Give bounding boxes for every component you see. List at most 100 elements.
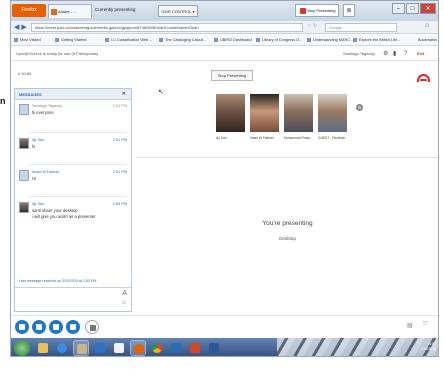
lync-status: Lync@GUtech is ready for use (5 Particip… — [16, 51, 99, 56]
avatar — [19, 138, 29, 149]
present-icon[interactable] — [66, 320, 80, 334]
close-icon[interactable]: ✕ — [122, 89, 126, 100]
bookmark-item[interactable]: LC Classification Web ... — [105, 35, 152, 45]
divider — [28, 164, 126, 165]
meeting-toolbar: .ıl 00:59 Stop Presenting — [11, 62, 438, 87]
system-clock[interactable]: 14:57 3/10/2015 — [420, 342, 436, 352]
bookmark-item[interactable]: UBIRO Dashboard — [214, 35, 252, 45]
bookmark-item[interactable]: Explore the British Libr... — [353, 35, 400, 45]
bookmark-item[interactable]: Getting Started — [55, 35, 87, 45]
video-settings-icon[interactable]: ⚙ — [356, 104, 363, 111]
message-text: santi share your desktop — [32, 208, 78, 213]
layout-icon[interactable]: ▤ — [407, 322, 413, 329]
participant-video[interactable]: Imam Al Fakhari — [250, 94, 279, 140]
participant-video[interactable]: Mohammed Raze... — [284, 94, 313, 140]
back-forward-icon[interactable]: ◀▶ — [14, 23, 29, 31]
video-icon[interactable] — [49, 320, 63, 334]
conversation-toolbar: ▤ ⤧ — [11, 315, 438, 337]
message-time: 2:51 PM — [112, 138, 127, 142]
message-text: hi everyone — [32, 110, 54, 115]
participant-name: GUEST - Pavitram — [318, 136, 346, 140]
presenting-content-label: Desktop — [279, 236, 296, 241]
video-gallery: Aji Tom Imam Al Fakhari Mohammed Raze...… — [216, 94, 376, 150]
lync-header: Lync@GUtech is ready for use (5 Particip… — [11, 47, 438, 70]
library-icon[interactable] — [73, 340, 89, 356]
text-fragment: n — [0, 96, 6, 106]
give-control-dropdown[interactable]: GIVE CONTROL ▾ — [158, 5, 198, 17]
presentation-stage: ↖ Aji Tom Imam Al Fakhari Mohammed Raze.… — [136, 82, 438, 312]
address-bar[interactable]: https://meet.lync.com/studentguide/hedis… — [31, 23, 303, 32]
bookmark-item[interactable]: Library of Congress O... — [256, 35, 302, 45]
firefox-icon[interactable] — [130, 340, 146, 356]
message-time: 2:51 PM — [112, 104, 127, 108]
lync-icon[interactable] — [168, 340, 184, 356]
avatar — [19, 170, 29, 181]
lync-user-name[interactable]: Santiago Tagacay — [343, 47, 375, 61]
settings-icon[interactable]: ⚙ — [383, 47, 388, 61]
more-options-icon[interactable] — [85, 320, 99, 334]
bookmarks-menu[interactable]: Bookmarks — [418, 35, 437, 45]
windows-taskbar: 14:57 3/10/2015 — [11, 338, 438, 356]
tab-title: Adobe - ... — [58, 9, 77, 14]
last-message-notice: Last message received on 3/10/2015 at 2:… — [19, 279, 98, 283]
participant-video[interactable]: Aji Tom — [216, 94, 245, 140]
firefox-menu-button[interactable]: Firefox — [12, 4, 46, 17]
message-sender: Imam Al Fakhari — [32, 170, 60, 174]
chrome-icon[interactable] — [149, 340, 165, 356]
message-sender: Santiago Tagacay — [32, 104, 63, 108]
audio-icon[interactable]: ▮ — [393, 47, 396, 61]
participant-name: Mohammed Raze... — [284, 136, 313, 140]
internet-explorer-icon[interactable] — [54, 340, 70, 356]
bookmark-item[interactable]: Understanding MARC ... — [307, 35, 354, 45]
message-time: 2:51 PM — [112, 170, 127, 174]
pop-out-icon[interactable]: ⤧ — [423, 322, 428, 329]
stop-presenting-button[interactable]: Stop Presenting — [211, 70, 253, 81]
bookmarks-bar: Most Visited Getting Started LC Classifi… — [11, 35, 438, 46]
participant-photo — [284, 94, 313, 132]
participant-video[interactable]: GUEST - Pavitram — [318, 94, 347, 140]
stop-presenting-top-label: Stop Presenting — [307, 8, 336, 13]
minimize-icon[interactable]: – — [392, 3, 405, 14]
bookmark-item[interactable]: Most Visited — [14, 35, 41, 45]
help-icon[interactable]: ? — [404, 47, 407, 61]
outlook-icon[interactable] — [92, 340, 108, 356]
mouse-cursor-icon: ↖ — [158, 89, 164, 96]
reload-star-icon[interactable]: ☆ ↻ — [307, 23, 317, 29]
message-text: hi — [32, 144, 36, 149]
search-input[interactable]: Google — [325, 23, 397, 32]
powerpoint-icon[interactable] — [187, 340, 203, 356]
chat-icon[interactable] — [15, 320, 29, 334]
message-text: i will give you aciitrl as a presenter — [32, 214, 96, 219]
divider — [28, 132, 126, 133]
title-bar: Firefox Adobe - ... Currently presenting… — [11, 1, 438, 21]
maximize-icon[interactable]: □ — [406, 3, 419, 14]
message-text: Hi — [32, 176, 36, 181]
participant-photo — [250, 94, 279, 132]
signal-indicator: .ıl 00:59 — [17, 71, 31, 76]
font-icon[interactable]: A — [122, 290, 127, 297]
folder-icon[interactable] — [35, 340, 51, 356]
home-icon[interactable]: ⌂ — [425, 22, 429, 29]
meeting-timer: 00:59 — [21, 71, 32, 76]
divider — [28, 196, 126, 197]
microphone-icon[interactable] — [32, 320, 46, 334]
taskbar-overlay — [277, 338, 438, 356]
presenting-status: You're presenting — [262, 220, 313, 227]
bookmark-item[interactable]: The Cataloging Calculi... — [159, 35, 206, 45]
message-item: Santiago Tagacay 2:51 PM hi everyone — [19, 104, 129, 134]
browser-tab[interactable]: Adobe - ... — [48, 4, 92, 18]
close-icon[interactable]: ✕ — [420, 3, 436, 14]
participant-name: Imam Al Fakhari — [250, 136, 274, 140]
emoticon-icon[interactable]: ☺ — [121, 300, 127, 306]
participant-name: Aji Tom — [216, 136, 227, 140]
word-icon[interactable] — [206, 340, 222, 356]
navigation-bar: ◀▶ https://meet.lync.com/studentguide/he… — [11, 21, 438, 34]
pin-icon[interactable]: ⊕ — [343, 4, 355, 17]
start-button-icon[interactable] — [14, 340, 30, 356]
message-compose-input[interactable]: A ☺ — [15, 287, 131, 311]
stop-presenting-top-button[interactable]: Stop Presenting — [295, 4, 339, 17]
message-item: Aji Tom 2:53 PM santi share your desktop… — [19, 202, 129, 238]
browser-window: Firefox Adobe - ... Currently presenting… — [10, 0, 439, 357]
mail-icon[interactable] — [111, 340, 127, 356]
window-controls: – □ ✕ — [392, 3, 436, 14]
